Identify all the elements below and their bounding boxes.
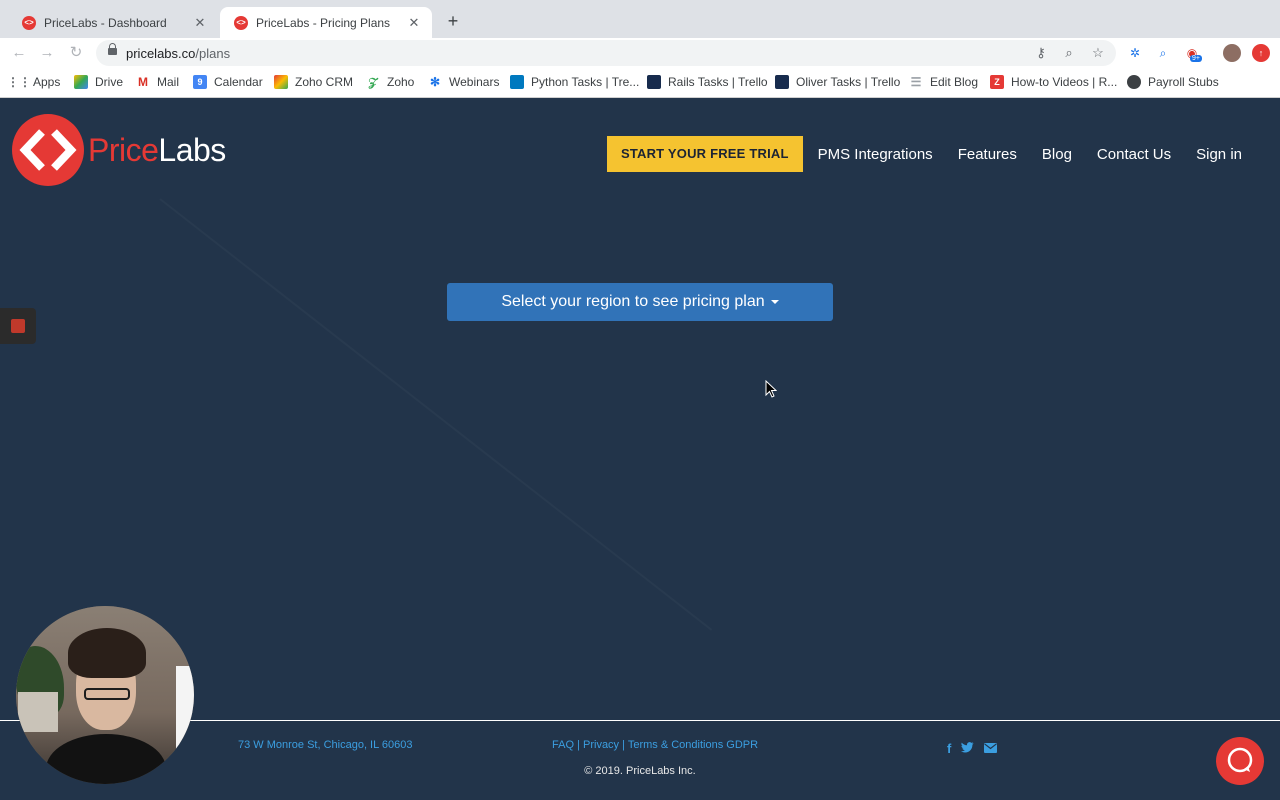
footer-address[interactable]: 73 W Monroe St, Chicago, IL 60603 xyxy=(238,739,412,751)
bookmark-label: How-to Videos | R... xyxy=(1011,75,1118,89)
key-icon[interactable]: ⚷ xyxy=(1032,44,1050,62)
browser-toolbar: ← → ↻ pricelabs.co/plans ⚷ ⌕ ☆ ✲ ⌕ ◉ 9+ … xyxy=(0,38,1280,68)
caret-down-icon xyxy=(770,299,779,304)
url-text: pricelabs.co/plans xyxy=(126,46,230,61)
screen-recorder-widget[interactable] xyxy=(0,308,36,344)
tab-close-icon[interactable]: ✕ xyxy=(192,15,208,31)
browser-tab-dashboard[interactable]: <> PriceLabs - Dashboard ✕ xyxy=(8,7,218,38)
nav-contact-us[interactable]: Contact Us xyxy=(1097,146,1171,163)
pricelabs-favicon-icon: <> xyxy=(22,15,36,30)
bookmark-apps[interactable]: ⋮⋮ Apps xyxy=(7,75,61,89)
bookmark-payroll-stubs[interactable]: Payroll Stubs xyxy=(1127,75,1219,89)
bookmark-drive[interactable]: Drive xyxy=(74,75,123,89)
pricelabs-logo[interactable]: PriceLabs xyxy=(12,114,226,186)
bookmark-oliver-tasks[interactable]: Oliver Tasks | Trello xyxy=(775,75,900,89)
tab-title: PriceLabs - Pricing Plans xyxy=(256,15,391,30)
zoom-icon[interactable]: ⌕ xyxy=(1060,44,1078,62)
bookmark-zoho-crm[interactable]: Zoho CRM xyxy=(274,75,353,89)
bookmark-label: Zoho CRM xyxy=(295,75,354,89)
zoho-icon: 𝒵 xyxy=(368,74,378,89)
email-icon[interactable] xyxy=(984,741,998,756)
zoho-crm-icon xyxy=(274,75,288,89)
nav-features[interactable]: Features xyxy=(958,146,1017,163)
url-domain: pricelabs.co xyxy=(126,46,196,61)
bookmark-label: Zoho xyxy=(387,75,415,89)
live-chat-button[interactable] xyxy=(1216,737,1264,785)
bookmark-label: Apps xyxy=(33,75,61,89)
update-arrow-icon[interactable]: ↑ xyxy=(1252,44,1270,62)
footer-link-gdpr[interactable]: GDPR xyxy=(726,739,758,751)
bookmark-mail[interactable]: M Mail xyxy=(136,75,179,89)
bookmark-how-to-videos[interactable]: Z How-to Videos | R... xyxy=(990,75,1117,89)
tab-title: PriceLabs - Dashboard xyxy=(44,15,167,30)
bookmark-zoho[interactable]: 𝒵 Zoho xyxy=(366,74,415,90)
bookmark-webinars[interactable]: ✻ Webinars xyxy=(428,75,500,89)
stop-recording-icon[interactable] xyxy=(11,319,25,333)
webinars-icon: ✻ xyxy=(429,75,441,89)
bookmark-label: Calendar xyxy=(214,75,263,89)
forward-arrow-icon[interactable]: → xyxy=(37,43,57,63)
tab-close-icon[interactable]: ✕ xyxy=(406,15,422,31)
bookmark-label: Mail xyxy=(157,75,180,89)
logo-wordmark: PriceLabs xyxy=(88,132,226,169)
pricelabs-logo-mark-icon xyxy=(12,114,84,186)
footer-links: FAQ | Privacy | Terms & Conditions GDPR xyxy=(552,739,758,751)
bookmark-python-tasks[interactable]: Python Tasks | Tre... xyxy=(510,75,639,89)
bookmark-edit-blog[interactable]: ☰ Edit Blog xyxy=(909,75,978,89)
start-free-trial-button[interactable]: START YOUR FREE TRIAL xyxy=(606,136,803,172)
logo-labs-text: Labs xyxy=(158,131,226,168)
facebook-icon[interactable]: f xyxy=(947,741,951,756)
bookmark-label: Oliver Tasks | Trello xyxy=(796,75,901,89)
address-bar[interactable]: pricelabs.co/plans ⚷ ⌕ ☆ xyxy=(96,40,1116,66)
video-icon: Z xyxy=(990,75,1004,89)
nav-blog[interactable]: Blog xyxy=(1042,146,1072,163)
apps-grid-icon: ⋮⋮ xyxy=(7,75,31,89)
bookmark-rails-tasks[interactable]: Rails Tasks | Trello xyxy=(647,75,768,89)
social-links: f xyxy=(947,741,1007,756)
back-arrow-icon[interactable]: ← xyxy=(9,43,29,63)
twitter-icon[interactable] xyxy=(961,741,974,756)
lock-icon xyxy=(108,43,117,55)
bookmarks-bar: ⋮⋮ Apps Drive M Mail 9 Calendar Zoho CRM… xyxy=(0,68,1280,98)
browser-tab-pricing-plans[interactable]: <> PriceLabs - Pricing Plans ✕ xyxy=(220,7,432,38)
profile-avatar[interactable] xyxy=(1223,44,1241,62)
bookmark-label: Python Tasks | Tre... xyxy=(531,75,640,89)
drive-icon xyxy=(74,75,88,89)
trello-icon xyxy=(510,75,524,89)
bookmark-label: Webinars xyxy=(449,75,500,89)
nav-pms-integrations[interactable]: PMS Integrations xyxy=(818,146,933,163)
main-nav: START YOUR FREE TRIAL PMS Integrations F… xyxy=(606,136,1242,172)
region-button-label: Select your region to see pricing plan xyxy=(501,293,765,310)
bookmark-calendar[interactable]: 9 Calendar xyxy=(193,75,263,89)
extension-gear-icon[interactable]: ✲ xyxy=(1126,44,1144,62)
calendar-icon: 9 xyxy=(193,75,207,89)
footer-separator: | xyxy=(622,739,625,751)
nav-sign-in[interactable]: Sign in xyxy=(1196,146,1242,163)
star-bookmark-icon[interactable]: ☆ xyxy=(1089,44,1107,62)
webcam-overlay xyxy=(16,606,194,784)
gmail-icon: M xyxy=(138,75,148,89)
footer-link-privacy[interactable]: Privacy xyxy=(583,739,619,751)
footer-link-terms[interactable]: Terms & Conditions xyxy=(628,739,723,751)
bookmark-label: Edit Blog xyxy=(930,75,979,89)
bookmark-label: Rails Tasks | Trello xyxy=(668,75,768,89)
blog-icon: ☰ xyxy=(910,75,922,89)
new-tab-plus-icon[interactable]: + xyxy=(442,10,464,32)
trello-icon xyxy=(647,75,661,89)
chat-icon xyxy=(1227,747,1253,773)
url-path: /plans xyxy=(195,46,231,61)
bookmark-label: Payroll Stubs xyxy=(1148,75,1219,89)
logo-price-text: Price xyxy=(88,131,159,168)
footer-separator: | xyxy=(577,739,580,751)
globe-icon xyxy=(1127,75,1141,89)
pricelabs-favicon-icon: <> xyxy=(234,15,248,30)
select-region-dropdown-button[interactable]: Select your region to see pricing plan xyxy=(447,283,833,321)
footer-link-faq[interactable]: FAQ xyxy=(552,739,574,751)
reload-icon[interactable]: ↻ xyxy=(66,43,86,63)
extension-badge: 9+ xyxy=(1190,55,1202,62)
browser-tabstrip: <> PriceLabs - Dashboard ✕ <> PriceLabs … xyxy=(0,0,1280,38)
extension-search-icon[interactable]: ⌕ xyxy=(1154,44,1172,62)
bookmark-label: Drive xyxy=(95,75,124,89)
trello-icon xyxy=(775,75,789,89)
